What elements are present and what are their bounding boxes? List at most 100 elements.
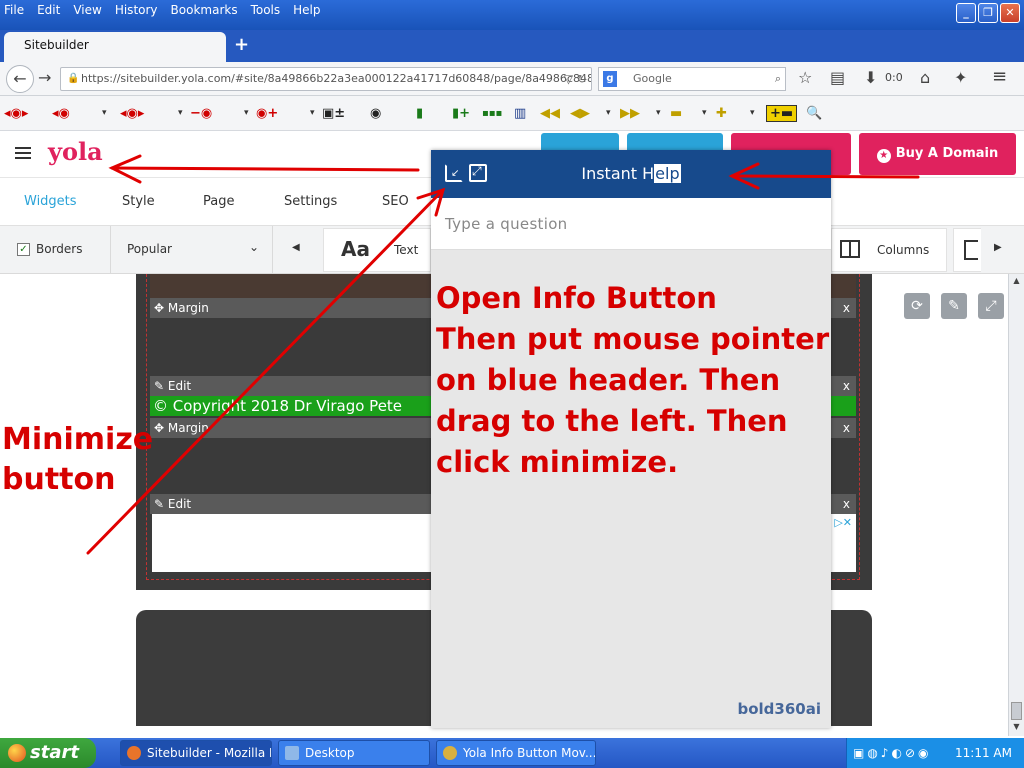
toolbar-eye-back-icon[interactable]: ◂◉ — [52, 104, 70, 122]
window-close-button[interactable]: ✕ — [1000, 3, 1020, 23]
widget-text[interactable]: Aa Text — [323, 228, 431, 272]
toolbar-eye-icon[interactable]: ◉ — [370, 104, 381, 122]
toolbar-arrows-left-icon[interactable]: ◀◀ — [540, 104, 560, 122]
reading-list-icon[interactable]: ▤ — [830, 68, 845, 87]
toolbar-eye-arrows-icon[interactable]: ◂◉▸ — [4, 104, 28, 122]
firefox-menu-icon[interactable]: ≡ — [992, 66, 1007, 87]
toolbar-dropdown-icon[interactable]: ▾ — [304, 104, 315, 122]
chat-header[interactable]: ↙ ⤢ Instant Help — [431, 150, 831, 198]
bookmark-star-icon[interactable]: ☆ — [798, 68, 812, 87]
counter-badge[interactable]: 0:0 — [885, 71, 903, 84]
toolbar-dropdown-icon[interactable]: ▾ — [96, 104, 107, 122]
task-yola-info[interactable]: Yola Info Button Mov... — [436, 740, 596, 766]
addon-icon[interactable]: ✦ — [954, 68, 967, 87]
window-restore-button[interactable]: ❐ — [978, 3, 998, 23]
reload-icon[interactable]: ▽ ↻ — [564, 68, 587, 90]
toolbar-ruler-icon[interactable]: ▬ — [670, 104, 682, 122]
borders-toggle[interactable]: ✓ Borders — [17, 242, 82, 256]
search-box[interactable]: g Google ⌕ — [598, 67, 786, 91]
menu-bookmarks[interactable]: Bookmarks — [171, 3, 238, 17]
toolbar-dropdown-icon[interactable]: ▾ — [172, 104, 183, 122]
menu-edit[interactable]: Edit — [37, 3, 60, 17]
bold360-logo: bold360ai — [737, 700, 822, 718]
columns-widget-icon — [840, 240, 860, 258]
url-bar[interactable]: 🔒 https://sitebuilder.yola.com/#site/8a4… — [60, 67, 592, 91]
tab-settings[interactable]: Settings — [284, 194, 337, 209]
back-button[interactable]: ← — [6, 65, 34, 93]
star-icon: ★ — [876, 149, 891, 163]
start-button[interactable]: start — [0, 738, 96, 768]
toolbar-eye-minus-icon[interactable]: −◉ — [190, 104, 212, 122]
tab-page[interactable]: Page — [203, 194, 234, 209]
borders-checkbox[interactable]: ✓ — [17, 242, 30, 256]
task-desktop[interactable]: Desktop — [278, 740, 430, 766]
toolbar-arrows-icon[interactable]: ◀▶ — [570, 104, 590, 122]
scroll-left-icon[interactable]: ◀ — [292, 242, 300, 253]
menu-tools[interactable]: Tools — [251, 3, 281, 17]
tab-widgets[interactable]: Widgets — [24, 194, 77, 209]
scroll-up-icon[interactable]: ▲ — [1011, 276, 1022, 288]
question-input[interactable]: Type a question — [431, 198, 831, 250]
forward-arrow-icon[interactable]: → — [38, 68, 51, 87]
toolbar-eye-wide-icon[interactable]: ◂◉▸ — [120, 104, 144, 122]
downloads-icon[interactable]: ⬇ — [864, 68, 877, 87]
toolbar-dropdown-icon[interactable]: ▾ — [238, 104, 249, 122]
hamburger-menu-icon[interactable] — [15, 147, 31, 159]
buy-domain-button[interactable]: ★ Buy A Domain — [859, 133, 1016, 175]
toolbar-dropdown-icon[interactable]: ▾ — [744, 104, 755, 122]
ad-close-icon[interactable]: ▷✕ — [834, 516, 852, 529]
divider — [110, 226, 111, 274]
instant-help-widget[interactable]: ↙ ⤢ Instant Help Type a question Open In… — [431, 150, 831, 728]
menu-history[interactable]: History — [115, 3, 158, 17]
window-minimize-button[interactable]: _ — [956, 3, 976, 23]
vertical-scrollbar[interactable]: ▲ ▼ — [1008, 274, 1024, 736]
windows-logo-icon — [8, 744, 26, 762]
menu-file[interactable]: File — [4, 3, 24, 17]
toolbar-dropdown-icon[interactable]: ▾ — [696, 104, 707, 122]
toolbar-level-icon[interactable]: ▮ — [416, 104, 423, 122]
toolbar-eye-plus-icon[interactable]: ◉+ — [256, 104, 278, 122]
tab-sitebuilder[interactable]: Sitebuilder — [4, 32, 226, 62]
close-icon[interactable]: x — [843, 298, 850, 318]
toolbar-dropdown-icon[interactable]: ▾ — [600, 104, 611, 122]
toolbar-columns-icon[interactable]: ▥ — [514, 104, 526, 122]
instruction-line: Then put mouse pointer — [436, 322, 830, 356]
search-icon[interactable]: ⌕ — [775, 68, 781, 90]
yola-logo[interactable]: yola — [48, 137, 103, 166]
toolbar-level-plus-icon[interactable]: ▮+ — [452, 104, 470, 122]
scroll-down-icon[interactable]: ▼ — [1011, 722, 1022, 734]
menu-view[interactable]: View — [73, 3, 101, 17]
widget-columns[interactable]: Columns — [831, 228, 947, 272]
tab-style[interactable]: Style — [122, 194, 155, 209]
expand-icon[interactable]: ⤢ — [978, 293, 1004, 319]
scroll-thumb[interactable] — [1011, 702, 1022, 720]
close-icon[interactable]: x — [843, 376, 850, 396]
toolbar-dropdown-icon[interactable]: ▾ — [650, 104, 661, 122]
scroll-right-icon[interactable]: ▶ — [994, 242, 1002, 253]
tray-icons[interactable]: ▣◍♪◐⊘◉ — [853, 738, 931, 768]
refresh-icon[interactable]: ⟳ — [904, 293, 930, 319]
toolbar-plus-icon[interactable]: ✚ — [716, 104, 727, 122]
toolbar-magnifier-icon[interactable]: 🔍 — [806, 104, 822, 122]
tab-seo[interactable]: SEO — [382, 194, 409, 209]
close-icon[interactable]: x — [843, 494, 850, 514]
edit-icon[interactable]: ✎ — [941, 293, 967, 319]
instruction-line: on blue header. Then — [436, 363, 781, 397]
divider — [272, 226, 273, 274]
new-tab-button[interactable]: + — [234, 34, 249, 55]
paint-icon — [443, 746, 457, 760]
google-engine-icon[interactable]: g — [603, 71, 617, 87]
widget-next[interactable] — [953, 228, 981, 272]
instruction-annotation: Open Info Button Then put mouse pointer … — [436, 278, 831, 483]
menu-help[interactable]: Help — [293, 3, 320, 17]
close-icon[interactable]: x — [843, 418, 850, 438]
minimize-annotation-line: Minimize — [2, 422, 154, 457]
toolbar-plusminus-icon[interactable]: ▣± — [322, 104, 345, 122]
task-firefox[interactable]: Sitebuilder - Mozilla Fi... — [120, 740, 272, 766]
home-icon[interactable]: ⌂ — [920, 68, 930, 87]
toolbar-yellow-box-icon[interactable]: +▬ — [766, 104, 798, 122]
category-select[interactable]: Popular ⌄ — [127, 240, 259, 256]
toolbar-pencil-icon[interactable]: ▶▶ — [620, 104, 640, 122]
search-placeholder: Google — [633, 72, 672, 85]
toolbar-dots-icon[interactable]: ▪▪▪ — [482, 104, 502, 122]
